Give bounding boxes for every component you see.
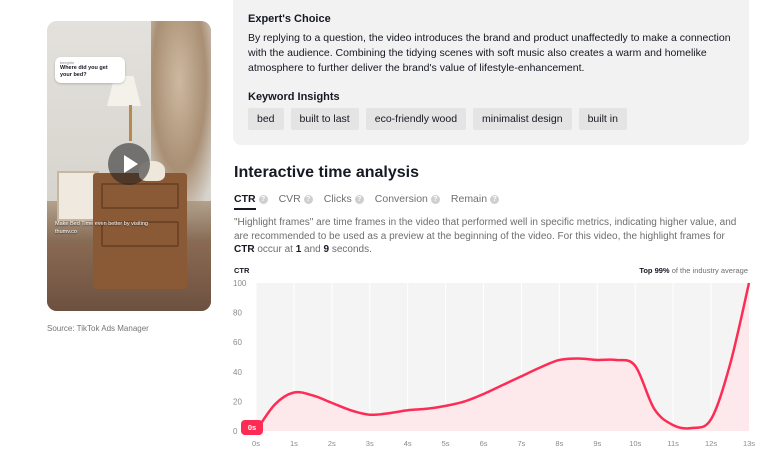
industry-comparison: Top 99% of the industry average xyxy=(639,266,748,275)
data-point[interactable] xyxy=(558,358,561,361)
data-point[interactable] xyxy=(710,418,713,421)
tab-cvr[interactable]: CVR? xyxy=(279,193,313,205)
keyword-tag: eco-friendly wood xyxy=(365,108,467,130)
expert-title: Expert's Choice xyxy=(248,13,331,25)
comment-bubble: beegirls Where did you get your bed? xyxy=(55,57,125,83)
desc-text: occur at xyxy=(254,244,296,255)
y-tick-label: 100 xyxy=(233,279,247,288)
keyword-tag: built to last xyxy=(290,108,359,130)
data-point[interactable] xyxy=(615,358,618,361)
y-tick-label: 20 xyxy=(233,397,242,406)
highlight-description: "Highlight frames" are time frames in th… xyxy=(234,216,746,257)
info-icon[interactable]: ? xyxy=(258,194,268,204)
ctr-chart[interactable]: 0 20 40 60 80 100 0s 1s 2s 3s 4s 5s 6s 7s 8s 9s 10s 11s 1… xyxy=(230,275,760,455)
x-tick-label: 10s xyxy=(629,439,641,448)
desc-metric: CTR xyxy=(234,244,255,255)
tab-clicks[interactable]: Clicks? xyxy=(324,193,364,205)
desc-text: "Highlight frames" are time frames in th… xyxy=(234,217,737,242)
data-point[interactable] xyxy=(577,357,580,360)
x-tick-label: 12s xyxy=(705,439,717,448)
chart-metric-label: CTR xyxy=(234,266,250,275)
data-point[interactable] xyxy=(691,427,694,430)
y-tick-label: 80 xyxy=(233,309,242,318)
y-tick-label: 0 xyxy=(233,427,238,436)
x-tick-label: 13s xyxy=(743,439,755,448)
tab-label: CTR xyxy=(234,193,256,205)
source-note: Source: TikTok Ads Manager xyxy=(47,324,149,333)
expert-body: By replying to a question, the video int… xyxy=(248,32,731,74)
desc-text: and xyxy=(301,244,324,255)
data-point[interactable] xyxy=(634,364,637,367)
industry-percent: Top 99% xyxy=(639,266,670,275)
industry-text: of the industry average xyxy=(669,266,748,275)
x-tick-label: 1s xyxy=(290,439,298,448)
data-point[interactable] xyxy=(292,391,295,394)
data-point[interactable] xyxy=(748,282,751,285)
time-marker[interactable]: 0s xyxy=(241,420,263,435)
data-point[interactable] xyxy=(349,409,352,412)
data-point[interactable] xyxy=(539,366,542,369)
x-tick-label: 0s xyxy=(252,439,260,448)
data-point[interactable] xyxy=(311,394,314,397)
y-tick-label: 60 xyxy=(233,338,242,347)
data-point[interactable] xyxy=(463,400,466,403)
data-point[interactable] xyxy=(482,393,485,396)
data-point[interactable] xyxy=(729,363,732,366)
comment-question: Where did you get your bed? xyxy=(60,65,108,78)
video-caption: Make Bed Time even better by visiting th… xyxy=(55,221,148,235)
nightstand-drawer xyxy=(101,183,179,209)
keyword-tag: built in xyxy=(578,108,627,130)
keyword-tag: bed xyxy=(248,108,284,130)
x-tick-label: 7s xyxy=(518,439,526,448)
data-point[interactable] xyxy=(444,404,447,407)
x-tick-label: 8s xyxy=(555,439,563,448)
tab-label: CVR xyxy=(278,193,301,205)
data-point[interactable] xyxy=(406,409,409,412)
info-icon[interactable]: ? xyxy=(490,194,500,204)
data-point[interactable] xyxy=(501,384,504,387)
tab-conversion[interactable]: Conversion? xyxy=(375,193,440,205)
data-point[interactable] xyxy=(425,407,428,410)
play-icon[interactable] xyxy=(108,143,150,185)
x-tick-label: 5s xyxy=(442,439,450,448)
data-point[interactable] xyxy=(672,424,675,427)
video-preview[interactable]: beegirls Where did you get your bed? Mak… xyxy=(47,21,211,311)
info-icon[interactable]: ? xyxy=(430,194,440,204)
tab-label: Remain xyxy=(450,193,488,205)
data-point[interactable] xyxy=(330,401,333,404)
tab-label: Conversion xyxy=(374,193,428,205)
info-icon[interactable]: ? xyxy=(354,194,364,204)
lamp-arm xyxy=(129,105,132,141)
tab-remain[interactable]: Remain? xyxy=(450,193,500,205)
data-point[interactable] xyxy=(520,375,523,378)
y-tick-label: 40 xyxy=(233,368,242,377)
x-tick-label: 6s xyxy=(480,439,488,448)
data-point[interactable] xyxy=(653,407,656,410)
x-tick-label: 2s xyxy=(328,439,336,448)
analysis-title: Interactive time analysis xyxy=(234,164,419,181)
tab-ctr[interactable]: CTR? xyxy=(234,193,268,210)
keywords-title: Keyword Insights xyxy=(248,91,340,103)
x-tick-label: 9s xyxy=(593,439,601,448)
keyword-tags: bed built to last eco-friendly wood mini… xyxy=(248,108,733,130)
data-point[interactable] xyxy=(273,403,276,406)
metric-tabs: CTR? CVR? Clicks? Conversion? Remain? xyxy=(234,193,500,210)
x-tick-label: 11s xyxy=(667,439,679,448)
expert-panel: Expert's Choice By replying to a questio… xyxy=(233,0,749,145)
desc-text: seconds. xyxy=(329,244,372,255)
data-point[interactable] xyxy=(368,413,371,416)
x-tick-label: 3s xyxy=(366,439,374,448)
tab-label: Clicks xyxy=(323,193,352,205)
data-point[interactable] xyxy=(387,412,390,415)
info-icon[interactable]: ? xyxy=(303,194,313,204)
keyword-tag: minimalist design xyxy=(473,108,572,130)
x-tick-label: 4s xyxy=(404,439,412,448)
y-axis-ticks: 0 20 40 60 80 100 xyxy=(233,279,247,436)
x-axis-ticks: 0s 1s 2s 3s 4s 5s 6s 7s 8s 9s 10s 11s 12s 13s xyxy=(252,439,755,448)
data-point[interactable] xyxy=(596,358,599,361)
